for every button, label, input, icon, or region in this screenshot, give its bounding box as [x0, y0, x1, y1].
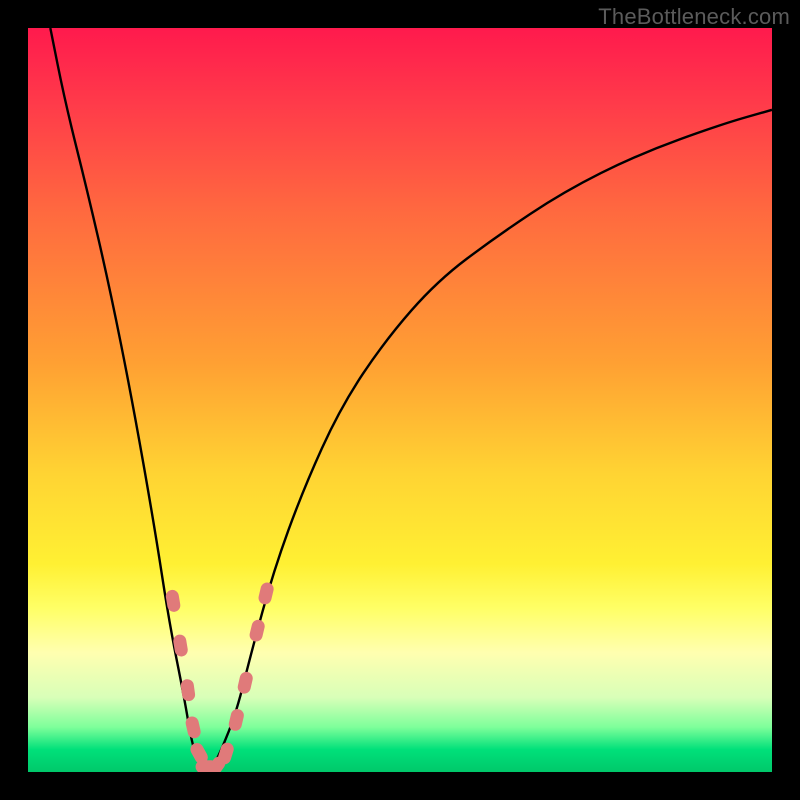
watermark-label: TheBottleneck.com	[598, 4, 790, 30]
chart-svg	[28, 28, 772, 772]
chart-plot-area	[28, 28, 772, 772]
marker-dot	[248, 618, 266, 642]
chart-frame: TheBottleneck.com	[0, 0, 800, 800]
marker-dot	[236, 671, 254, 695]
marker-group	[165, 581, 275, 772]
marker-dot	[257, 581, 275, 605]
marker-dot	[180, 678, 196, 702]
bottleneck-curve-path	[50, 28, 772, 770]
